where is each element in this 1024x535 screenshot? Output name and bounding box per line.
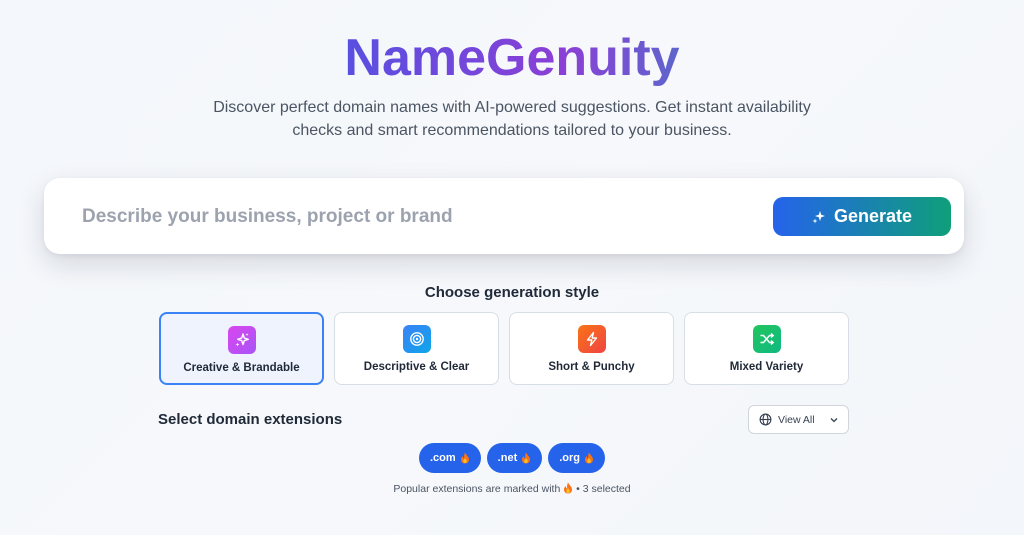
extension-pill-org[interactable]: .org: [548, 443, 606, 473]
flame-icon: [521, 452, 531, 464]
extension-label: .com: [429, 452, 456, 464]
style-option-creative[interactable]: Creative & Brandable: [159, 312, 324, 385]
style-option-descriptive[interactable]: Descriptive & Clear: [334, 312, 499, 385]
extension-pill-com[interactable]: .com: [418, 443, 481, 473]
extensions-heading: Select domain extensions: [158, 411, 343, 428]
style-option-short[interactable]: Short & Punchy: [509, 312, 674, 385]
extension-pills: .com .net .org: [0, 443, 1024, 473]
extensions-footnote: Popular extensions are marked with • 3 s…: [0, 482, 1024, 495]
extension-pill-net[interactable]: .net: [486, 443, 543, 473]
style-option-label: Mixed Variety: [729, 361, 804, 373]
footnote-suffix: • 3 selected: [576, 483, 631, 495]
style-option-mixed[interactable]: Mixed Variety: [684, 312, 849, 385]
generate-button[interactable]: Generate: [773, 197, 951, 236]
business-description-input[interactable]: [82, 200, 762, 234]
lightning-icon: [577, 325, 606, 353]
target-icon: [402, 325, 431, 353]
sparkle-icon: [812, 210, 826, 224]
generate-button-label: Generate: [833, 206, 913, 226]
view-all-button[interactable]: View All: [748, 405, 849, 434]
flame-icon: [460, 452, 470, 464]
chevron-down-icon: [829, 415, 839, 425]
extension-label: .net: [497, 452, 518, 464]
shuffle-icon: [752, 325, 781, 353]
extension-label: .org: [559, 452, 581, 464]
app-subtitle: Discover perfect domain names with AI-po…: [213, 99, 811, 139]
app-title: NameGenuity: [0, 26, 1024, 90]
style-option-label: Descriptive & Clear: [363, 361, 470, 373]
footnote-prefix: Popular extensions are marked with: [393, 483, 561, 495]
style-option-label: Creative & Brandable: [183, 362, 300, 374]
globe-icon: [759, 413, 772, 426]
style-section-heading: Choose generation style: [424, 284, 600, 301]
search-card: Generate: [44, 178, 964, 254]
flame-icon: [563, 482, 573, 494]
view-all-label: View All: [778, 413, 815, 426]
sparkle-icon: [227, 326, 256, 354]
style-option-label: Short & Punchy: [548, 361, 635, 373]
flame-icon: [584, 452, 594, 464]
